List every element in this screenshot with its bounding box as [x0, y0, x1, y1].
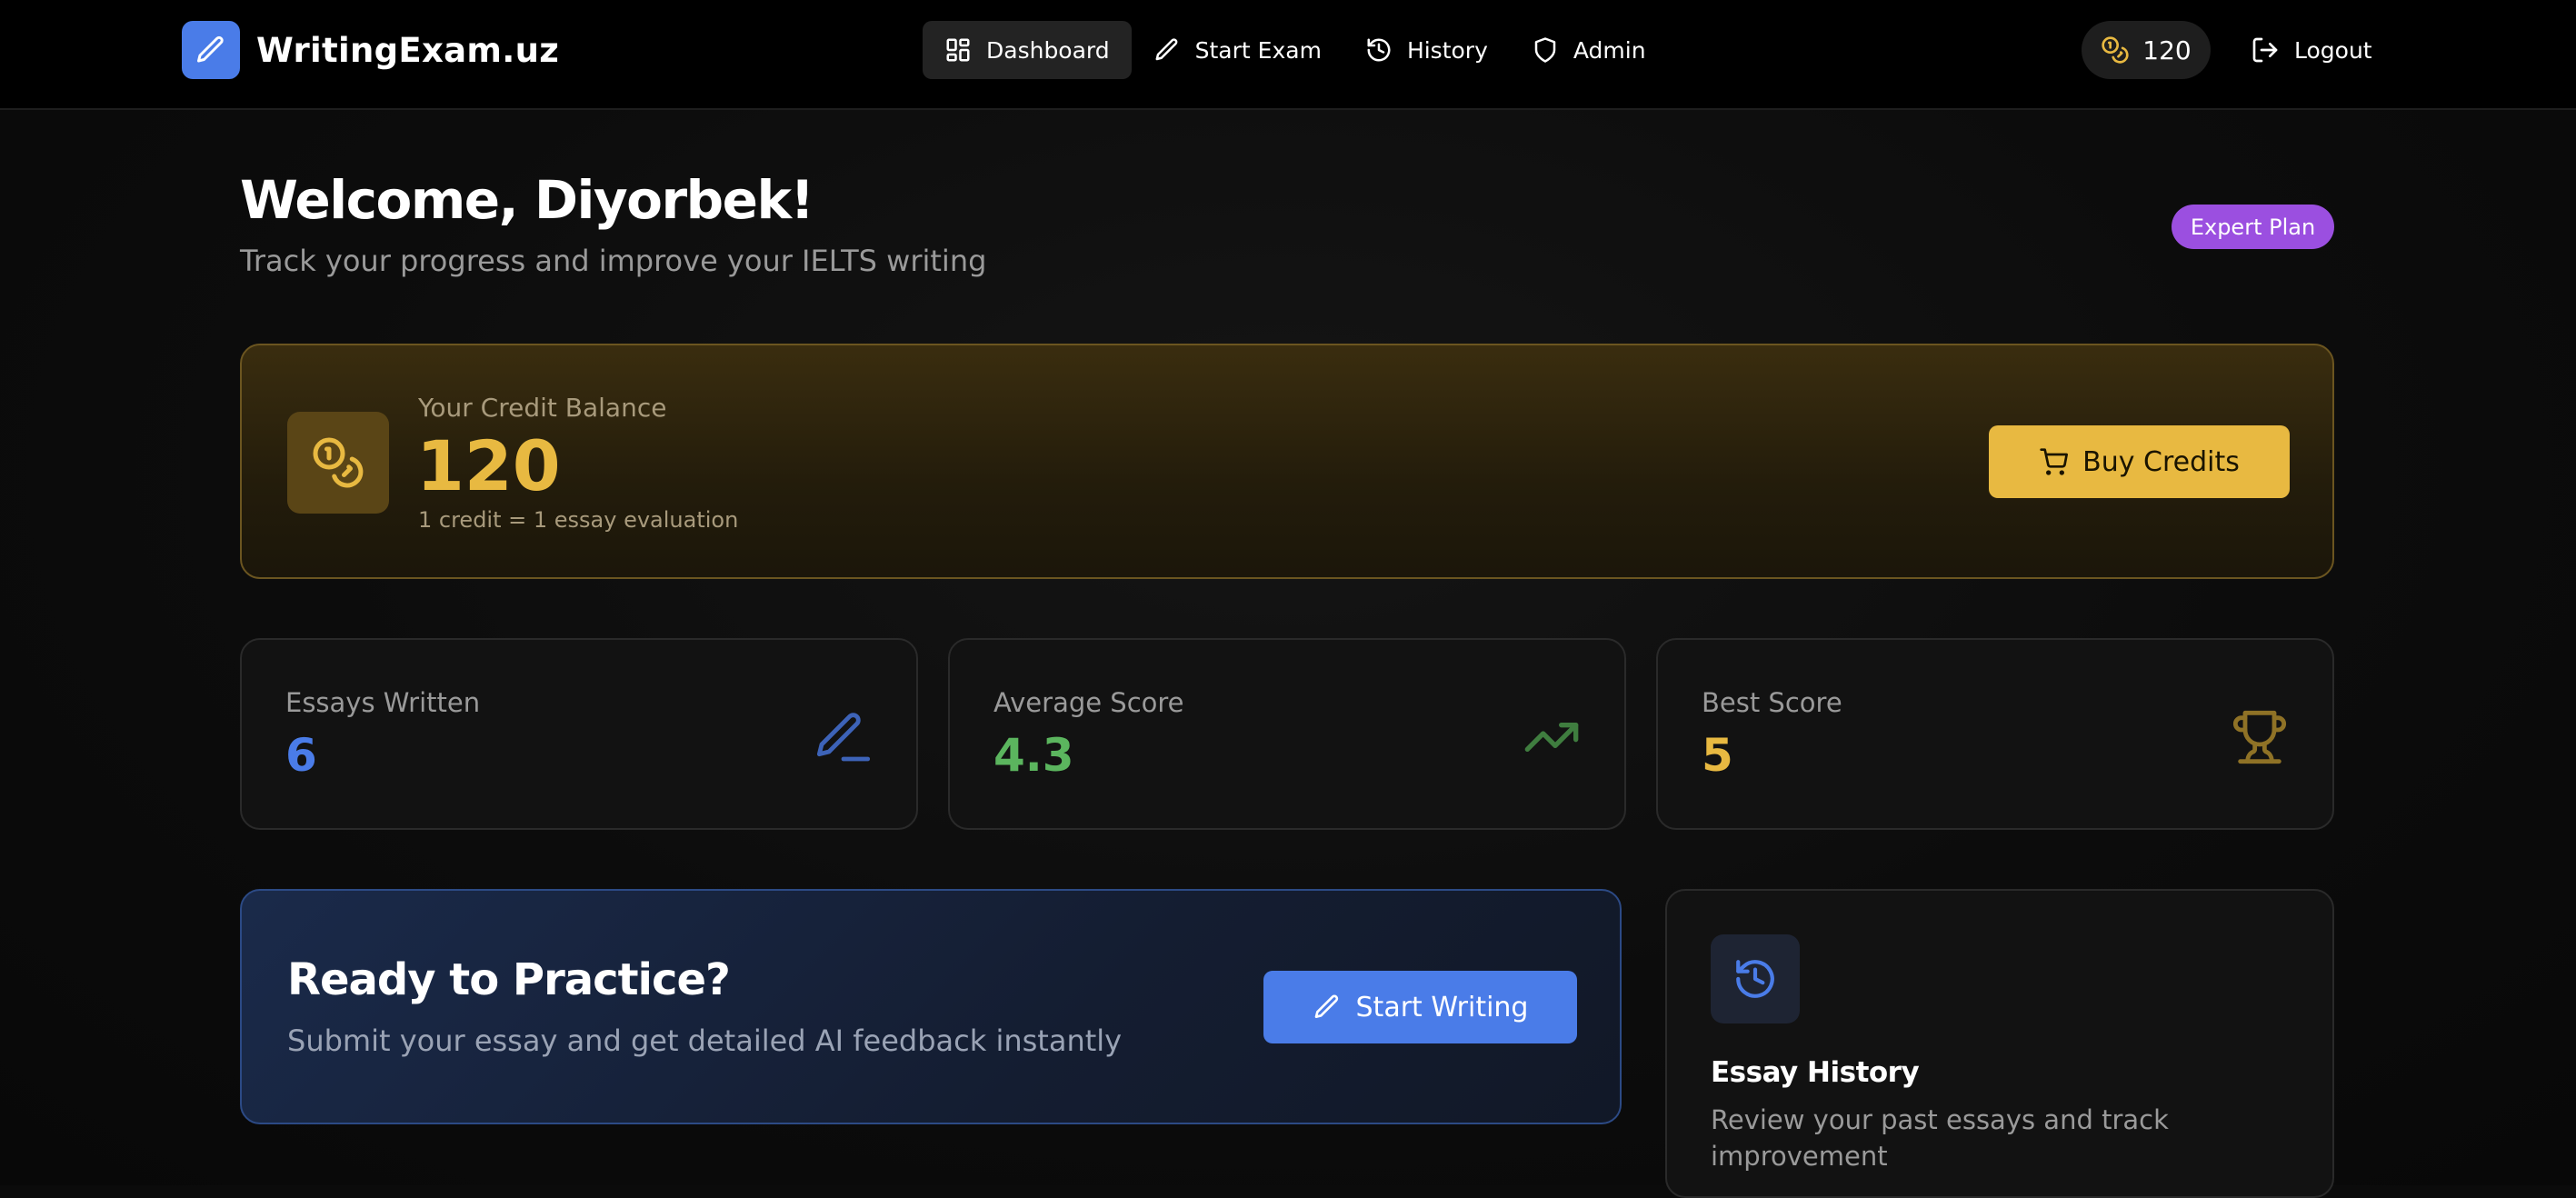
stat-card-essays-written: Essays Written 6 — [240, 638, 918, 830]
buy-credits-button[interactable]: Buy Credits — [1989, 425, 2290, 498]
coins-icon — [313, 437, 364, 488]
stat-value: 5 — [1702, 729, 1733, 782]
practice-title: Ready to Practice? — [287, 954, 731, 1005]
brand-logo-icon — [182, 21, 240, 79]
brand-name: WritingExam.uz — [256, 30, 560, 70]
trophy-icon — [2232, 710, 2287, 764]
credit-balance-label: Your Credit Balance — [418, 393, 667, 423]
logout-button[interactable]: Logout — [2251, 21, 2372, 79]
nav-label-admin: Admin — [1573, 36, 1646, 64]
nav-item-start-exam[interactable]: Start Exam — [1132, 21, 1343, 79]
start-writing-button[interactable]: Start Writing — [1263, 971, 1577, 1043]
logout-icon — [2252, 37, 2278, 63]
history-icon — [1736, 960, 1774, 998]
coin-icon-box — [287, 412, 389, 514]
start-writing-label: Start Writing — [1355, 991, 1529, 1023]
essay-history-title: Essay History — [1711, 1056, 1920, 1089]
practice-card: Ready to Practice? Submit your essay and… — [240, 889, 1622, 1124]
coins-icon — [2102, 36, 2129, 64]
practice-subtitle: Submit your essay and get detailed AI fe… — [287, 1023, 1123, 1058]
stat-label: Best Score — [1702, 687, 1842, 718]
pen-icon — [816, 713, 871, 762]
logout-label: Logout — [2294, 36, 2372, 64]
credit-balance-note: 1 credit = 1 essay evaluation — [418, 507, 739, 533]
stat-label: Average Score — [993, 687, 1184, 718]
plan-badge: Expert Plan — [2172, 205, 2334, 249]
essay-history-subtitle: Review your past essays and track improv… — [1711, 1104, 2169, 1172]
buy-credits-label: Buy Credits — [2082, 445, 2240, 478]
trending-up-icon — [1524, 723, 1579, 752]
nav-label-history: History — [1406, 36, 1488, 64]
stat-card-average-score: Average Score 4.3 — [948, 638, 1626, 830]
top-navbar: WritingExam.uz Dashboard Start Exam Hist… — [0, 0, 2576, 110]
history-icon-box — [1711, 934, 1800, 1023]
nav-item-dashboard[interactable]: Dashboard — [923, 21, 1132, 79]
credit-pill-count: 120 — [2142, 35, 2192, 65]
credit-pill[interactable]: 120 — [2082, 21, 2211, 79]
nav-item-history[interactable]: History — [1343, 21, 1510, 79]
cart-icon — [2040, 448, 2069, 475]
credit-balance-value: 120 — [416, 425, 561, 506]
history-icon — [1367, 38, 1391, 62]
pencil-icon — [1314, 994, 1338, 1018]
page-subtitle: Track your progress and improve your IEL… — [240, 244, 987, 278]
nav-item-admin[interactable]: Admin — [1510, 21, 1668, 79]
shield-icon — [1534, 37, 1556, 63]
dashboard-icon — [946, 38, 970, 62]
essay-history-card[interactable]: Essay History Review your past essays an… — [1665, 889, 2334, 1198]
nav-label-dashboard: Dashboard — [986, 36, 1110, 64]
page-title: Welcome, Diyorbek! — [240, 169, 814, 231]
pencil-icon — [1155, 38, 1178, 61]
credit-balance-card: Your Credit Balance 120 1 credit = 1 ess… — [240, 344, 2334, 579]
main-nav: Dashboard Start Exam History Admin — [923, 21, 1668, 79]
stat-label: Essays Written — [285, 687, 481, 718]
stat-value: 4.3 — [993, 729, 1074, 782]
stat-card-best-score: Best Score 5 — [1656, 638, 2334, 830]
stat-value: 6 — [285, 729, 317, 782]
brand[interactable]: WritingExam.uz — [182, 21, 559, 79]
nav-label-start-exam: Start Exam — [1194, 36, 1322, 64]
